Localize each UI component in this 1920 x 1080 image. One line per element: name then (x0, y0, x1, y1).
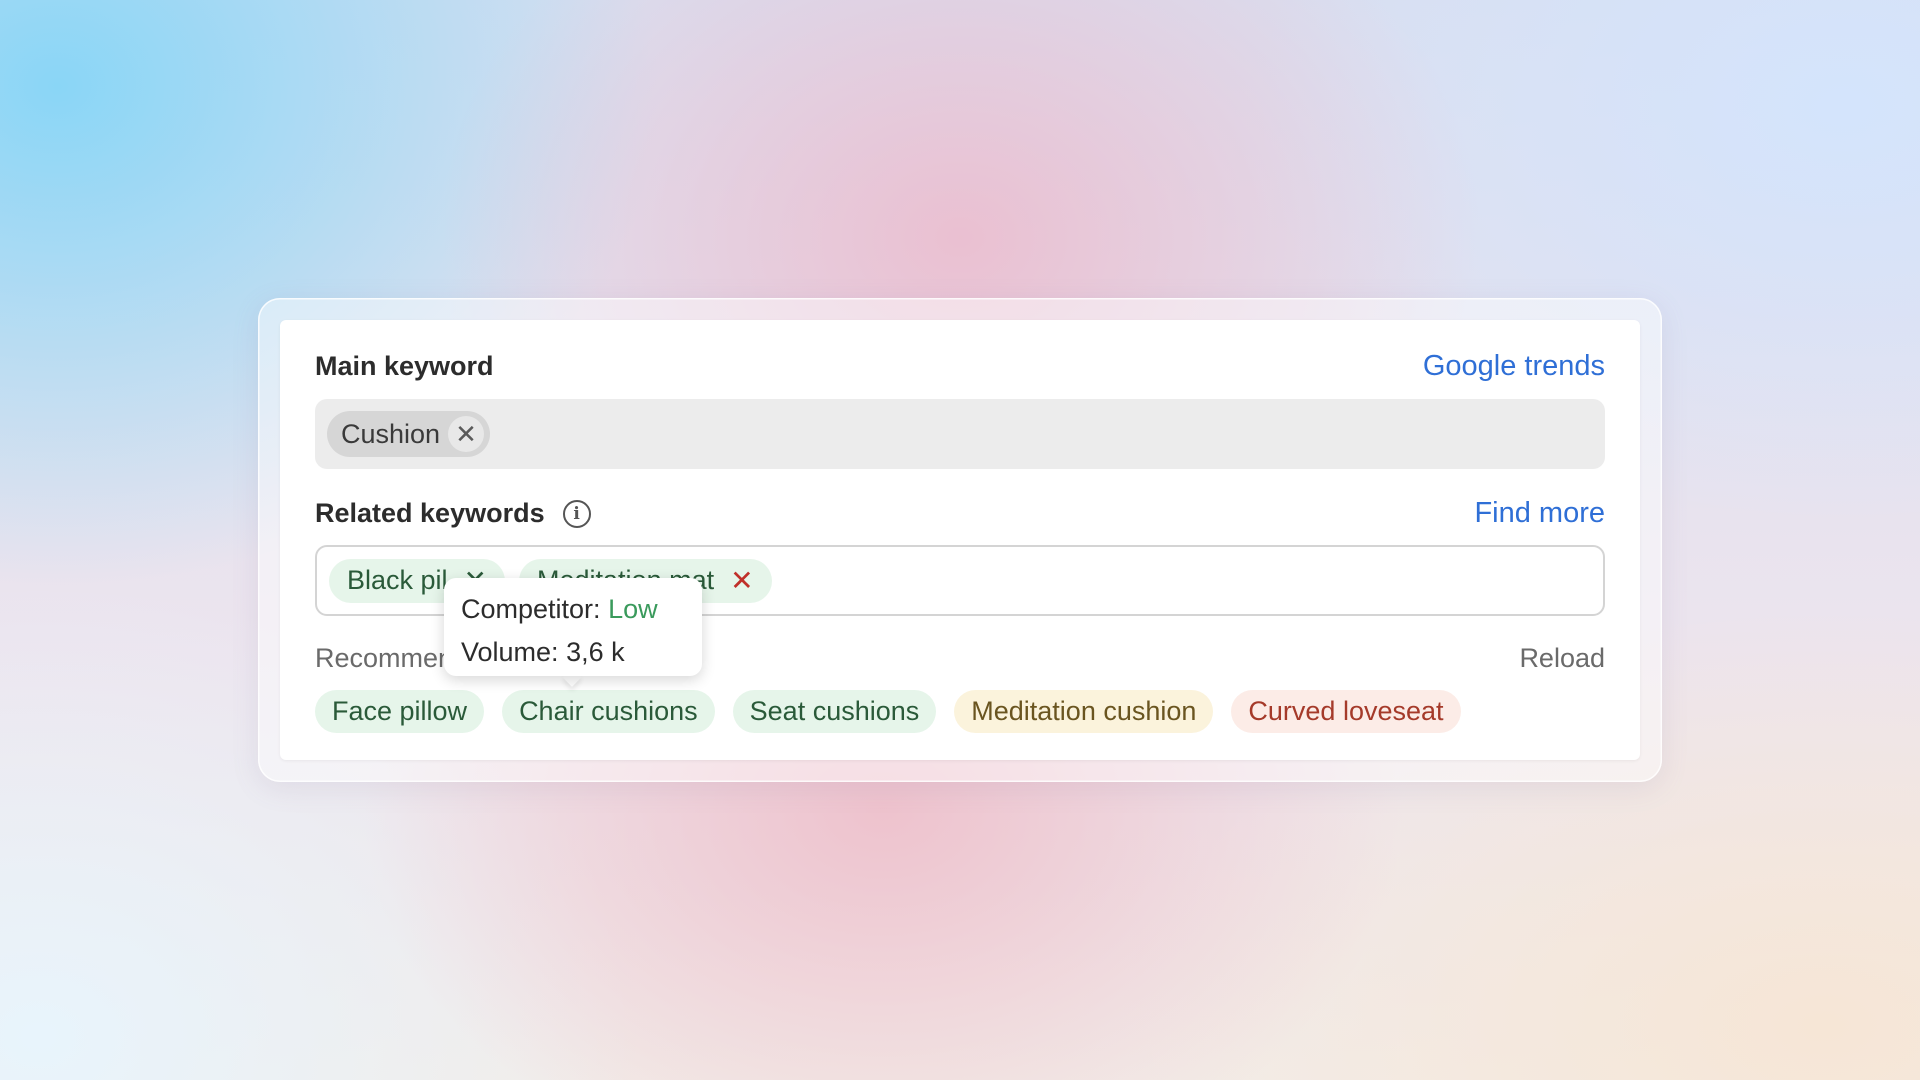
info-icon[interactable]: i (562, 499, 591, 528)
suggestion-chip-chair-cushions[interactable]: Chair cushions (502, 690, 715, 733)
keyword-tooltip: Competitor: Low Volume: 3,6 k (444, 578, 702, 676)
suggestion-chip-curved-loveseat[interactable]: Curved loveseat (1231, 690, 1461, 733)
tooltip-volume-line: Volume: 3,6 k (461, 631, 685, 674)
tooltip-competitor-value: Low (608, 594, 658, 624)
keyword-chip-label: Black pil (347, 565, 448, 595)
tooltip-volume-label: Volume: (461, 637, 559, 667)
keyword-chip-cushion: Cushion ✕ (327, 411, 491, 457)
suggestion-chip-seat-cushions[interactable]: Seat cushions (732, 690, 937, 733)
tooltip-competitor-line: Competitor: Low (461, 588, 685, 631)
related-keywords-title: Related keywords (315, 498, 545, 528)
suggestion-chip-meditation-cushion[interactable]: Meditation cushion (954, 690, 1214, 733)
close-icon[interactable]: ✕ (448, 416, 485, 452)
close-icon[interactable]: ✕ (730, 564, 753, 597)
main-keyword-input[interactable]: Cushion ✕ (315, 399, 1605, 469)
reload-button[interactable]: Reload (1519, 643, 1605, 674)
find-more-link[interactable]: Find more (1474, 497, 1605, 530)
main-keyword-header: Main keyword Google trends (315, 350, 1605, 383)
google-trends-link[interactable]: Google trends (1423, 350, 1605, 383)
keyword-chip-label: Cushion (341, 418, 441, 449)
suggested-keywords: Face pillow Chair cushions Seat cushions… (315, 690, 1461, 733)
related-keywords-header: Related keywords i Find more (315, 497, 1605, 530)
recommendations-label: Recommen (315, 642, 447, 673)
related-keywords-title-group: Related keywords i (315, 498, 591, 529)
tooltip-volume-value: 3,6 k (566, 637, 625, 667)
tooltip-competitor-label: Competitor: (461, 594, 601, 624)
keyword-card: Main keyword Google trends Cushion ✕ Rel… (280, 320, 1640, 760)
suggestion-chip-face-pillow[interactable]: Face pillow (315, 690, 485, 733)
main-keyword-title: Main keyword (315, 351, 494, 381)
